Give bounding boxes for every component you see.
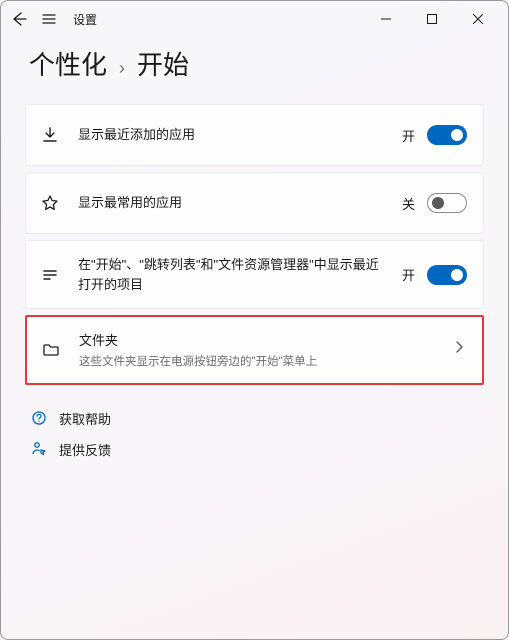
maximize-button[interactable] — [410, 4, 454, 34]
hamburger-menu-icon[interactable] — [41, 11, 57, 27]
list-icon — [40, 266, 60, 284]
help-icon — [31, 410, 47, 426]
feedback-icon — [31, 441, 47, 457]
minimize-button[interactable] — [364, 4, 408, 34]
star-icon — [40, 194, 60, 212]
back-button[interactable] — [11, 11, 27, 27]
toggle-state-label: 开 — [402, 265, 415, 284]
toggle-recent-items[interactable] — [427, 265, 467, 285]
give-feedback-link[interactable]: 提供反馈 — [31, 440, 478, 459]
get-help-link[interactable]: 获取帮助 — [31, 409, 478, 428]
chevron-right-icon — [452, 340, 466, 359]
setting-subtitle: 这些文件夹显示在电源按钮旁边的"开始"菜单上 — [79, 353, 434, 369]
setting-recent-items: 在"开始"、"跳转列表"和"文件资源管理器"中显示最近打开的项目 开 — [25, 240, 484, 309]
toggle-recently-added[interactable] — [427, 125, 467, 145]
setting-most-used: 显示最常用的应用 关 — [25, 172, 484, 234]
settings-list: 显示最近添加的应用 开 显示最常用的应用 关 在"开 — [1, 104, 508, 385]
setting-title: 显示最常用的应用 — [78, 193, 384, 213]
download-icon — [40, 126, 60, 144]
chevron-right-icon: › — [119, 59, 125, 77]
breadcrumb-current: 开始 — [137, 45, 189, 82]
setting-title: 显示最近添加的应用 — [78, 125, 384, 145]
toggle-state-label: 开 — [402, 126, 415, 145]
toggle-state-label: 关 — [402, 194, 415, 213]
help-section: 获取帮助 提供反馈 — [1, 385, 508, 459]
close-button[interactable] — [456, 4, 500, 34]
setting-recently-added: 显示最近添加的应用 开 — [25, 104, 484, 166]
toggle-most-used[interactable] — [427, 193, 467, 213]
feedback-label: 提供反馈 — [59, 440, 111, 459]
setting-folders[interactable]: 文件夹 这些文件夹显示在电源按钮旁边的"开始"菜单上 — [25, 315, 484, 385]
setting-title: 在"开始"、"跳转列表"和"文件资源管理器"中显示最近打开的项目 — [78, 255, 384, 294]
settings-window: 设置 个性化 › 开始 显示最近添加的应用 开 — [0, 0, 509, 640]
app-title: 设置 — [73, 11, 97, 28]
breadcrumb: 个性化 › 开始 — [1, 37, 508, 104]
breadcrumb-parent[interactable]: 个性化 — [29, 45, 107, 82]
folder-icon — [41, 341, 61, 359]
setting-title: 文件夹 — [79, 331, 434, 351]
title-bar: 设置 — [1, 1, 508, 37]
help-label: 获取帮助 — [59, 409, 111, 428]
